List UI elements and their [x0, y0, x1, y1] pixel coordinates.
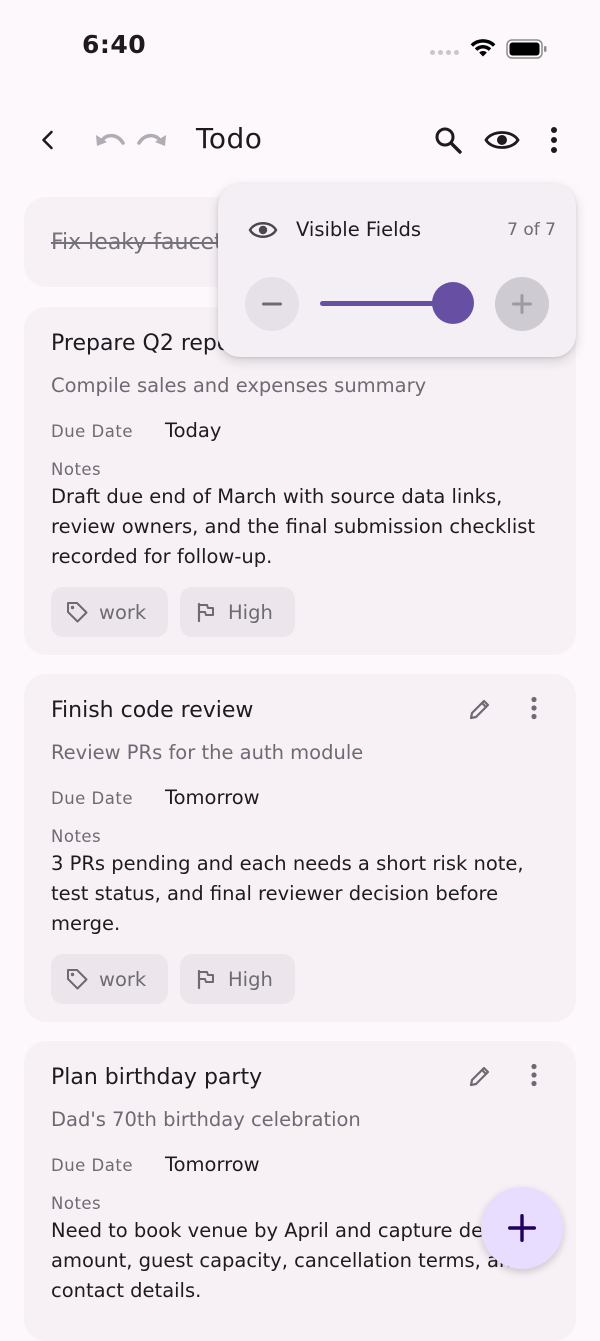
plus-icon — [512, 294, 532, 314]
cellular-signal-icon — [430, 50, 459, 55]
more-vert-icon — [551, 127, 557, 153]
due-date-label: Due Date — [51, 422, 133, 441]
redo-icon — [137, 133, 166, 146]
more-vert-icon[interactable] — [530, 696, 538, 720]
priority-chip[interactable]: High — [180, 587, 295, 637]
notes-text: 3 PRs pending and each needs a short ris… — [51, 852, 524, 935]
back-arrow-icon — [42, 130, 53, 150]
undo-button[interactable] — [92, 122, 128, 158]
tag-icon — [67, 969, 88, 990]
todo-title: Plan birthday party — [51, 1065, 263, 1090]
more-vert-icon[interactable] — [530, 1063, 538, 1087]
priority-chip[interactable]: High — [180, 954, 295, 1004]
due-date-value: Tomorrow — [165, 1153, 260, 1176]
todo-title: Finish code review — [51, 698, 254, 723]
todo-card[interactable]: Finish code review Review PRs for the au… — [24, 674, 576, 1022]
redo-button[interactable] — [134, 122, 170, 158]
eye-icon — [248, 222, 278, 238]
card-actions — [464, 1061, 564, 1091]
flag-icon — [197, 602, 214, 623]
visible-fields-count: 7 of 7 — [507, 220, 556, 240]
plus-icon — [508, 1214, 536, 1242]
decrease-fields-button[interactable] — [245, 277, 299, 331]
notes-label: Notes — [51, 827, 102, 846]
fields-slider-thumb[interactable] — [432, 282, 474, 324]
todo-description: Compile sales and expenses summary — [51, 374, 427, 397]
todo-description: Dad's 70th birthday celebration — [51, 1108, 361, 1131]
minus-icon — [262, 302, 282, 306]
battery-icon — [506, 39, 547, 59]
undo-icon — [96, 133, 125, 146]
todo-description: Review PRs for the auth module — [51, 741, 364, 764]
eye-icon — [484, 131, 520, 149]
page-title: Todo — [196, 122, 263, 155]
todo-title: Fix leaky faucet — [51, 230, 223, 255]
search-button[interactable] — [428, 120, 468, 160]
visibility-button[interactable] — [482, 120, 522, 160]
notes-label: Notes — [51, 1194, 102, 1213]
tag-label: work — [99, 600, 147, 624]
status-time: 6:40 — [82, 30, 147, 59]
search-icon — [435, 127, 462, 154]
add-todo-button[interactable] — [481, 1187, 563, 1269]
due-date-label: Due Date — [51, 1156, 133, 1175]
popover-title: Visible Fields — [296, 218, 422, 241]
increase-fields-button[interactable] — [495, 277, 549, 331]
todo-card[interactable]: Prepare Q2 report Compile sales and expe… — [24, 307, 576, 655]
back-button[interactable] — [28, 120, 68, 160]
tag-label: work — [99, 967, 147, 991]
priority-label: High — [228, 600, 273, 624]
card-actions — [464, 694, 564, 724]
edit-icon[interactable] — [467, 696, 493, 722]
due-date-value: Tomorrow — [165, 786, 260, 809]
tag-icon — [67, 602, 88, 623]
flag-icon — [197, 969, 214, 990]
overflow-menu-button[interactable] — [536, 120, 572, 160]
notes-text: Draft due end of March with source data … — [51, 485, 536, 568]
tag-chip[interactable]: work — [51, 954, 168, 1004]
todo-card[interactable]: Plan birthday party Dad's 70th birthday … — [24, 1041, 576, 1341]
due-date-label: Due Date — [51, 789, 133, 808]
due-date-value: Today — [165, 419, 222, 442]
wifi-icon — [470, 39, 496, 57]
status-bar: 6:40 — [0, 0, 600, 96]
edit-icon[interactable] — [467, 1063, 493, 1089]
notes-label: Notes — [51, 460, 102, 479]
app-bar: Todo — [0, 108, 600, 172]
tag-chip[interactable]: work — [51, 587, 168, 637]
priority-label: High — [228, 967, 273, 991]
visible-fields-popover: Visible Fields 7 of 7 — [218, 184, 576, 357]
